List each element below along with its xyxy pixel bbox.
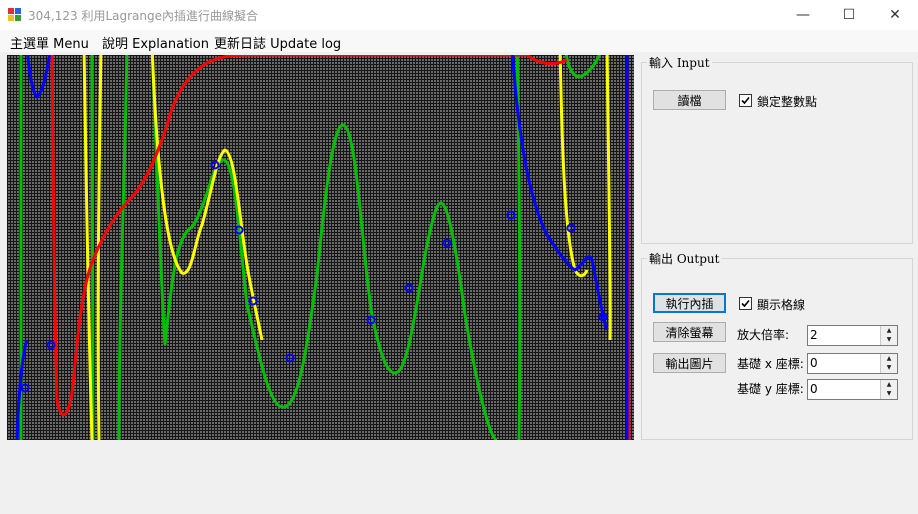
plot-canvas[interactable]	[7, 55, 634, 440]
base-y-label: 基礎 y 座標:	[737, 382, 804, 396]
input-group: 輸入 Input 讀檔 鎖定整數點	[641, 54, 913, 244]
clear-screen-button[interactable]: 清除螢幕	[653, 322, 726, 342]
window-title: 304,123 利用Lagrange內插進行曲線擬合	[28, 9, 258, 23]
base-x-stepper[interactable]: 0 ▲ ▼	[807, 353, 898, 374]
input-group-title: 輸入 Input	[647, 54, 712, 71]
base-x-label: 基礎 x 座標:	[737, 357, 804, 371]
app-icon	[8, 8, 22, 22]
spin-down-icon[interactable]: ▼	[881, 335, 897, 344]
base-x-spin-arrows[interactable]: ▲ ▼	[880, 354, 897, 373]
base-y-value: 0	[810, 382, 818, 396]
checkmark-icon	[741, 299, 750, 308]
spin-up-icon[interactable]: ▲	[881, 354, 897, 363]
close-button[interactable]: ✕	[872, 0, 918, 30]
menu-explanation[interactable]: 說明 Explanation	[102, 33, 209, 52]
zoom-value: 2	[810, 328, 818, 342]
menu-main[interactable]: 主選單 Menu	[10, 33, 89, 52]
spin-up-icon[interactable]: ▲	[881, 380, 897, 389]
zoom-stepper[interactable]: 2 ▲ ▼	[807, 325, 898, 346]
lock-integer-checkbox[interactable]	[739, 94, 752, 107]
maximize-button[interactable]: ☐	[826, 0, 872, 30]
spin-down-icon[interactable]: ▼	[881, 363, 897, 372]
spin-up-icon[interactable]: ▲	[881, 326, 897, 335]
minimize-button[interactable]: —	[780, 0, 826, 30]
zoom-spin-arrows[interactable]: ▲ ▼	[880, 326, 897, 345]
base-y-spin-arrows[interactable]: ▲ ▼	[880, 380, 897, 399]
title-bar: 304,123 利用Lagrange內插進行曲線擬合 — ☐ ✕	[0, 0, 918, 30]
base-y-stepper[interactable]: 0 ▲ ▼	[807, 379, 898, 400]
base-x-value: 0	[810, 356, 818, 370]
curve-plot	[7, 55, 634, 440]
read-file-button[interactable]: 讀檔	[653, 90, 726, 110]
execute-interpolation-button[interactable]: 執行內插	[653, 293, 726, 313]
spin-down-icon[interactable]: ▼	[881, 389, 897, 398]
show-grid-label: 顯示格線	[757, 298, 806, 312]
export-image-button[interactable]: 輸出圖片	[653, 353, 726, 373]
checkmark-icon	[741, 96, 750, 105]
output-group-title: 輸出 Output	[647, 250, 722, 267]
menu-bar: 主選單 Menu 說明 Explanation 更新日誌 Update log	[0, 30, 918, 52]
menu-update-log[interactable]: 更新日誌 Update log	[214, 33, 341, 52]
show-grid-checkbox[interactable]	[739, 297, 752, 310]
zoom-label: 放大倍率:	[737, 328, 790, 342]
output-group: 輸出 Output 執行內插 清除螢幕 輸出圖片 顯示格線 放大倍率: 2 ▲ …	[641, 250, 913, 440]
lock-integer-label: 鎖定整數點	[757, 95, 818, 109]
